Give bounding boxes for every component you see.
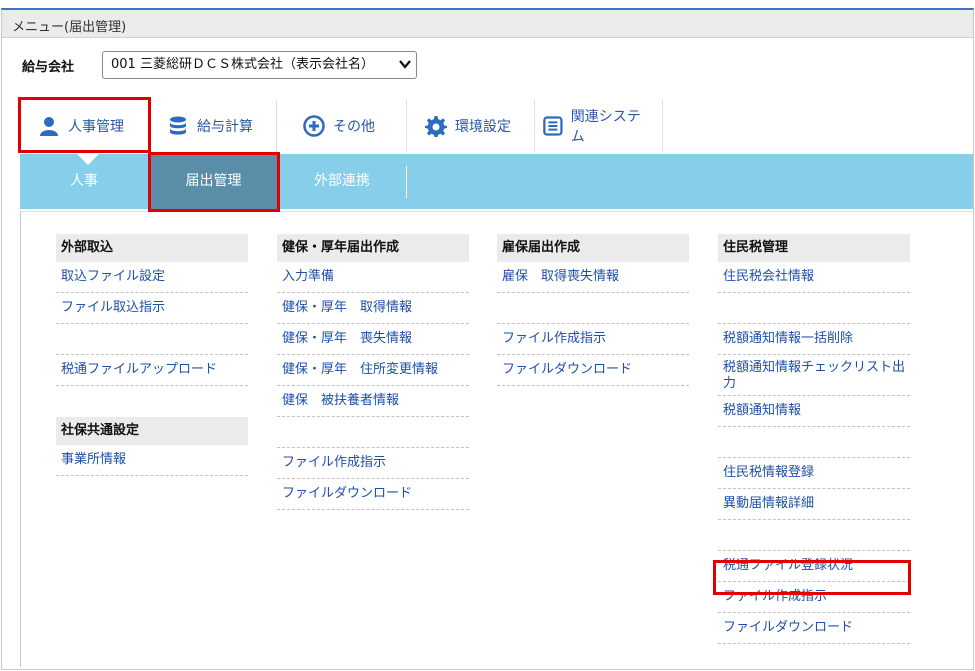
subnav-gaibu-renkei[interactable]: 外部連携: [278, 154, 406, 209]
tab-sonota[interactable]: その他: [277, 100, 407, 152]
section-header: 雇保届出作成: [497, 234, 689, 262]
menu-link[interactable]: 健保 被扶養者情報: [277, 386, 469, 417]
menu-column-kenpo-kounen: 健保・厚年届出作成 入力準備 健保・厚年 取得情報 健保・厚年 喪失情報 健保・…: [277, 234, 469, 510]
highlight-zeitsu-file-status: [713, 560, 911, 595]
menu-link[interactable]: 事業所情報: [56, 445, 248, 476]
menu-spacer: [497, 293, 689, 324]
highlight-tab-jinji-kanri: [18, 97, 151, 153]
menu-link[interactable]: 税額通知情報一括削除: [718, 324, 910, 355]
menu-spacer: [277, 417, 469, 448]
menu-link[interactable]: ファイル取込指示: [56, 293, 248, 324]
menu-link[interactable]: 雇保 取得喪失情報: [497, 262, 689, 293]
active-tab-pointer: [77, 154, 99, 165]
tab-label: 関連システム: [570, 109, 641, 145]
menu-link[interactable]: 異動届情報詳細: [718, 489, 910, 520]
menu-link[interactable]: ファイル作成指示: [277, 448, 469, 479]
plus-circle-icon: [303, 115, 325, 137]
menu-link[interactable]: 取込ファイル設定: [56, 262, 248, 293]
tab-kanren-system[interactable]: 関連システム: [535, 100, 663, 152]
section-header: 健保・厚年届出作成: [277, 234, 469, 262]
gear-icon: [425, 116, 447, 137]
company-label: 給与会社: [22, 60, 75, 75]
menu-link[interactable]: 住民税会社情報: [718, 262, 910, 293]
menu-link[interactable]: 税額通知情報チェックリスト出力: [718, 355, 910, 396]
tab-label: 給与計算: [197, 119, 253, 135]
menu-link[interactable]: 税通ファイルアップロード: [56, 355, 248, 386]
menu-column-gaibu-torikomi: 外部取込 取込ファイル設定 ファイル取込指示 税通ファイルアップロード 社保共通…: [56, 234, 248, 476]
menu-spacer: [718, 293, 910, 324]
menu-link[interactable]: ファイルダウンロード: [718, 613, 910, 644]
company-select-value: 001 三菱総研ＤＣＳ株式会社（表示会社名）: [111, 57, 374, 72]
menu-spacer: [718, 427, 910, 458]
list-icon: [543, 116, 563, 136]
menu-link[interactable]: 健保・厚年 喪失情報: [277, 324, 469, 355]
menu-link[interactable]: 入力準備: [277, 262, 469, 293]
menu-spacer: [718, 520, 910, 551]
tab-label: その他: [333, 119, 375, 135]
section-header: 外部取込: [56, 234, 248, 262]
tab-kyuyo-keisan[interactable]: 給与計算: [149, 100, 277, 152]
tab-label: 環境設定: [455, 119, 511, 135]
menu-link[interactable]: 健保・厚年 住所変更情報: [277, 355, 469, 386]
section-header: 住民税管理: [718, 234, 910, 262]
menu-link[interactable]: 健保・厚年 取得情報: [277, 293, 469, 324]
database-icon: [170, 116, 186, 135]
highlight-subnav-todokede: [148, 152, 280, 212]
company-select[interactable]: 001 三菱総研ＤＣＳ株式会社（表示会社名）: [102, 51, 417, 79]
section-header: 社保共通設定: [56, 417, 248, 445]
menu-column-koho: 雇保届出作成 雇保 取得喪失情報 ファイル作成指示 ファイルダウンロード: [497, 234, 689, 386]
menu-link[interactable]: 住民税情報登録: [718, 458, 910, 489]
subnav-divider: [406, 166, 407, 198]
content-left-border: [20, 211, 21, 667]
menu-link[interactable]: 税額通知情報: [718, 396, 910, 427]
tab-kankyo-settei[interactable]: 環境設定: [407, 100, 535, 152]
menu-spacer: [56, 324, 248, 355]
window-title: メニュー(届出管理): [12, 20, 127, 35]
menu-link[interactable]: ファイルダウンロード: [497, 355, 689, 386]
chevron-down-icon: [399, 60, 411, 69]
window-title-bar: メニュー(届出管理): [2, 10, 973, 38]
menu-link[interactable]: ファイルダウンロード: [277, 479, 469, 510]
menu-link[interactable]: ファイル作成指示: [497, 324, 689, 355]
